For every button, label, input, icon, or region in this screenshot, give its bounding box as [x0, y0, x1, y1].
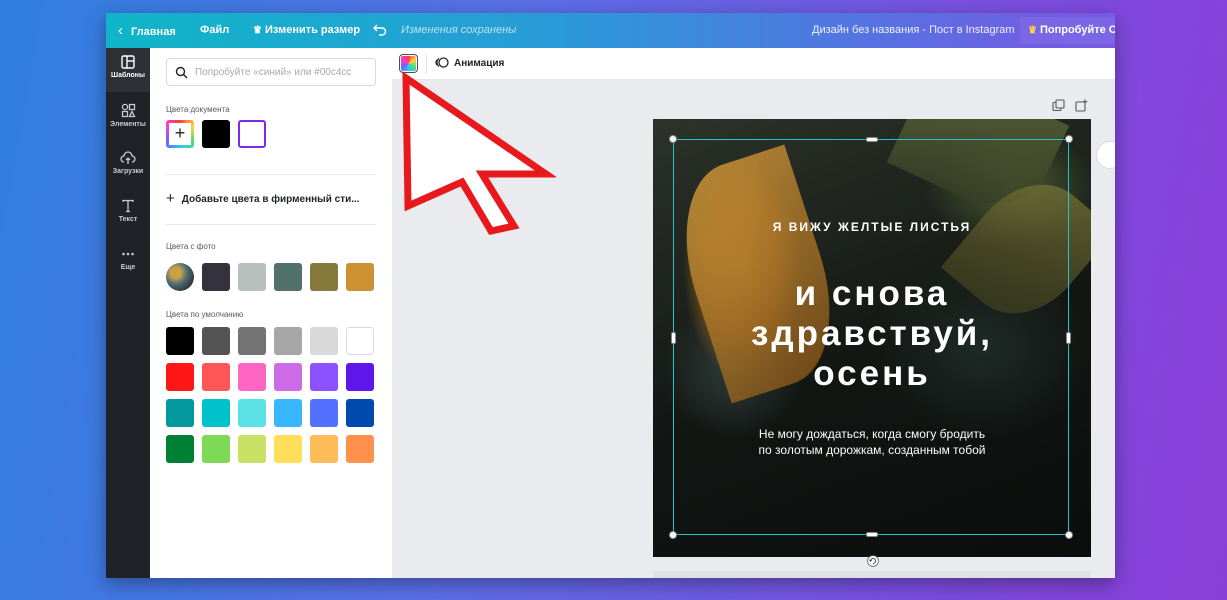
color-swatch[interactable] [166, 363, 194, 391]
color-swatch[interactable] [238, 120, 266, 148]
try-pro-label: Попробуйте Ca [1039, 24, 1115, 36]
resize-handle[interactable] [866, 532, 878, 537]
design-page[interactable]: Я ВИЖУ ЖЕЛТЫЕ ЛИСТЬЯ и снова здравствуй,… [653, 119, 1091, 557]
color-swatch[interactable] [202, 327, 230, 355]
document-title[interactable]: Дизайн без названия - Пост в Instagram [812, 13, 1015, 48]
add-color-button[interactable]: + [166, 120, 194, 148]
rail-elements-label: Элементы [110, 121, 146, 128]
color-swatch[interactable] [202, 263, 230, 291]
color-search[interactable] [166, 58, 376, 86]
try-pro-button[interactable]: ♛ Попробуйте Ca [1020, 17, 1115, 44]
color-swatch[interactable] [202, 399, 230, 427]
rail-text-label: Текст [118, 216, 138, 223]
add-brand-colors-label: Добавьте цвета в фирменный сти... [181, 194, 360, 205]
cursor-arrow-icon [402, 71, 556, 235]
color-swatch[interactable] [310, 263, 338, 291]
color-swatch[interactable] [346, 327, 374, 355]
resize-handle[interactable] [669, 135, 677, 143]
rail-templates[interactable]: Шаблоны [106, 48, 150, 92]
color-swatch[interactable] [238, 327, 266, 355]
editor-window: ‹ Главная Файл ♛ Изменить размер Изменения… [106, 13, 1115, 578]
cloud-upload-icon [120, 151, 136, 164]
elements-icon [121, 103, 136, 118]
photo-thumbnail[interactable] [166, 263, 194, 291]
rotate-icon[interactable] [867, 555, 879, 567]
color-swatch[interactable] [238, 363, 266, 391]
color-swatch[interactable] [202, 435, 230, 463]
add-page-icon[interactable] [1075, 99, 1088, 112]
duplicate-page-icon[interactable] [1052, 99, 1065, 112]
color-swatch[interactable] [310, 327, 338, 355]
plus-icon: + [166, 190, 175, 207]
crown-icon: ♛ [253, 25, 262, 36]
add-brand-colors-button[interactable]: + Добавьте цвета в фирменный сти... [166, 191, 376, 207]
resize-button[interactable]: ♛ Изменить размер [253, 13, 360, 48]
color-search-input[interactable] [195, 63, 370, 81]
save-status: Изменения сохранены [401, 24, 517, 36]
color-swatch[interactable] [238, 435, 266, 463]
color-swatch[interactable] [166, 327, 194, 355]
undo-icon [373, 24, 387, 36]
color-swatch[interactable] [310, 363, 338, 391]
color-swatch[interactable] [238, 399, 266, 427]
rail-uploads-label: Загрузки [112, 168, 144, 175]
color-swatch[interactable] [346, 263, 374, 291]
color-swatch[interactable] [202, 120, 230, 148]
resize-handle[interactable] [669, 531, 677, 539]
home-button[interactable]: ‹ Главная [118, 13, 176, 48]
resize-handle[interactable] [1066, 332, 1071, 344]
color-swatch[interactable] [166, 399, 194, 427]
search-icon [175, 66, 188, 79]
divider [166, 224, 376, 225]
resize-handle[interactable] [671, 332, 676, 344]
color-swatch[interactable] [346, 363, 374, 391]
resize-handle[interactable] [1065, 531, 1073, 539]
rail-more-label: Еще [120, 264, 136, 271]
rail-text[interactable]: Текст [106, 192, 150, 236]
color-swatch[interactable] [274, 435, 302, 463]
side-rail: Шаблоны Элементы Загрузки Текст Еще [106, 48, 150, 578]
selection-box[interactable] [669, 135, 1073, 539]
crown-icon: ♛ [1028, 25, 1037, 36]
color-swatch[interactable] [238, 263, 266, 291]
color-swatch[interactable] [274, 327, 302, 355]
color-swatch[interactable] [310, 399, 338, 427]
color-swatch[interactable] [274, 363, 302, 391]
color-swatch[interactable] [202, 363, 230, 391]
rail-more[interactable]: Еще [106, 240, 150, 284]
text-icon [122, 199, 134, 213]
divider [166, 174, 376, 175]
chevron-left-icon: ‹ [118, 22, 123, 39]
color-swatch[interactable] [274, 399, 302, 427]
rail-elements[interactable]: Элементы [106, 96, 150, 140]
more-icon [122, 252, 134, 256]
color-swatch[interactable] [310, 435, 338, 463]
doc-colors-label: Цвета документа [166, 105, 230, 114]
default-colors-label: Цвета по умолчанию [166, 310, 244, 319]
resize-handle[interactable] [866, 137, 878, 142]
color-swatch[interactable] [346, 399, 374, 427]
templates-icon [121, 55, 135, 69]
resize-handle[interactable] [1065, 135, 1073, 143]
top-bar: ‹ Главная Файл ♛ Изменить размер Изменения… [106, 13, 1115, 48]
next-page-edge [653, 571, 1091, 578]
resize-label: Изменить размер [264, 24, 361, 36]
rail-templates-label: Шаблоны [111, 72, 145, 79]
file-menu[interactable]: Файл [200, 13, 229, 48]
home-label: Главная [131, 26, 176, 38]
rail-uploads[interactable]: Загрузки [106, 144, 150, 188]
photo-colors-label: Цвета с фото [166, 242, 216, 251]
color-swatch[interactable] [166, 435, 194, 463]
color-swatch[interactable] [346, 435, 374, 463]
color-swatch[interactable] [274, 263, 302, 291]
undo-button[interactable] [373, 13, 387, 48]
color-panel: Цвета документа + + Добавьте цвета в фирм… [150, 48, 392, 578]
